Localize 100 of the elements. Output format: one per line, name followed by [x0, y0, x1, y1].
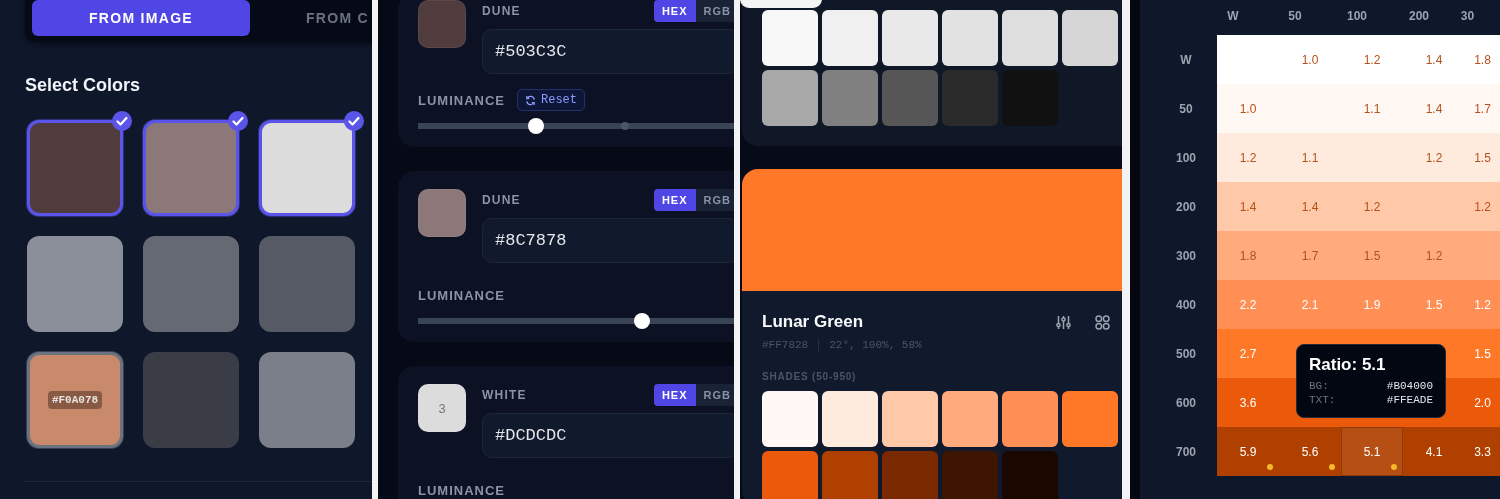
tooltip-key: TXT: — [1309, 393, 1336, 407]
color-swatch[interactable] — [143, 236, 239, 332]
ratio-cell[interactable]: 1.8 — [1465, 35, 1500, 84]
format-option[interactable]: RGB — [695, 189, 734, 211]
ratio-cell[interactable]: 1.5 — [1341, 231, 1403, 280]
shade-swatch[interactable] — [1062, 391, 1118, 447]
row-header: 700 — [1175, 443, 1197, 461]
shade-swatch[interactable] — [942, 391, 998, 447]
color-swatch[interactable] — [143, 352, 239, 448]
tooltip-value: #FFEADE — [1386, 393, 1433, 407]
ratio-cell[interactable]: 1.0 — [1217, 84, 1279, 133]
shade-swatch[interactable] — [762, 10, 818, 66]
column-header: 30 — [1459, 8, 1476, 25]
shade-swatch[interactable] — [882, 391, 938, 447]
shade-swatch[interactable] — [1002, 10, 1058, 66]
column-header: 200 — [1408, 8, 1430, 25]
sliders-icon[interactable] — [1056, 314, 1071, 330]
row-header: 100 — [1175, 149, 1197, 167]
ratio-cell[interactable]: 1.1 — [1341, 84, 1403, 133]
format-option[interactable]: RGB — [695, 0, 734, 22]
ratio-cell[interactable]: 1.2 — [1465, 182, 1500, 231]
ratio-cell[interactable]: 1.2 — [1217, 133, 1279, 182]
format-option[interactable]: HEX — [653, 384, 696, 406]
shade-swatch[interactable] — [882, 10, 938, 66]
row-header: 500 — [1175, 345, 1197, 363]
ratio-cell[interactable]: 1.7 — [1465, 84, 1500, 133]
ratio-cell[interactable]: 3.6 — [1217, 378, 1279, 427]
slider-thumb[interactable] — [634, 313, 651, 329]
shade-swatch[interactable] — [1062, 10, 1118, 66]
tab[interactable]: FROM C — [250, 0, 372, 36]
tooltip-title: Ratio: 5.1 — [1309, 355, 1387, 375]
ratio-cell[interactable]: 5.1 — [1341, 427, 1403, 476]
tooltip-key: BG: — [1309, 379, 1329, 393]
column-header: 100 — [1346, 8, 1368, 25]
ratio-cell[interactable]: 1.5 — [1465, 133, 1500, 182]
refresh-icon — [525, 94, 536, 106]
ratio-cell[interactable]: 5.6 — [1279, 427, 1341, 476]
shade-swatch[interactable] — [882, 451, 938, 499]
row-header: 50 — [1178, 100, 1194, 118]
shade-swatch[interactable] — [822, 451, 878, 499]
grid-icon[interactable] — [1095, 314, 1110, 330]
shade-swatch[interactable] — [942, 10, 998, 66]
hex-code: #FF7828 — [762, 339, 809, 351]
color-swatch[interactable] — [259, 236, 355, 332]
row-header: 300 — [1175, 247, 1197, 265]
shade-swatch[interactable] — [762, 70, 818, 126]
luminance-label: LUMINANCE — [418, 287, 505, 303]
hex-input[interactable]: #8C7878 — [482, 218, 734, 263]
slider-thumb[interactable] — [527, 118, 544, 134]
ratio-cell[interactable]: 1.4 — [1403, 84, 1465, 133]
color-swatch[interactable] — [143, 120, 239, 216]
ratio-cell[interactable]: 1.8 — [1217, 231, 1279, 280]
ratio-cell[interactable]: 1.2 — [1341, 35, 1403, 84]
shades-label: SHADES (50-950) — [762, 371, 858, 382]
ratio-cell[interactable]: 2.0 — [1465, 378, 1500, 427]
ratio-cell[interactable]: 5.9 — [1217, 427, 1279, 476]
color-swatch: 3 — [418, 384, 466, 432]
shade-swatch[interactable] — [822, 70, 878, 126]
color-swatch[interactable] — [27, 120, 123, 216]
ratio-cell[interactable]: 2.7 — [1217, 329, 1279, 378]
reset-button[interactable]: Reset — [517, 89, 585, 111]
ratio-cell[interactable]: 1.4 — [1217, 182, 1279, 231]
color-name: DUNE — [482, 4, 521, 18]
ratio-cell[interactable]: 1.5 — [1465, 329, 1500, 378]
color-swatch[interactable] — [259, 120, 355, 216]
ratio-cell[interactable]: 1.1 — [1279, 133, 1341, 182]
shade-swatch[interactable] — [822, 391, 878, 447]
hex-input[interactable]: #DCDCDC — [482, 413, 734, 458]
shade-swatch[interactable] — [882, 70, 938, 126]
checkmark-icon — [112, 111, 132, 131]
format-option[interactable]: HEX — [653, 189, 696, 211]
shade-swatch[interactable] — [942, 70, 998, 126]
ratio-cell[interactable]: 1.2 — [1403, 231, 1465, 280]
row-header: 400 — [1175, 296, 1197, 314]
color-swatch[interactable] — [27, 236, 123, 332]
ratio-cell[interactable]: 1.7 — [1279, 231, 1341, 280]
row-header: 200 — [1175, 198, 1197, 216]
color-swatch[interactable] — [259, 352, 355, 448]
shade-swatch[interactable] — [1002, 391, 1058, 447]
row-header: W — [1179, 51, 1193, 69]
hex-input[interactable]: #503C3C — [482, 29, 734, 74]
shade-swatch[interactable] — [762, 391, 818, 447]
ratio-cell[interactable]: 1.4 — [1279, 182, 1341, 231]
shade-swatch[interactable] — [822, 10, 878, 66]
format-option[interactable]: RGB — [695, 384, 734, 406]
color-swatch[interactable]: #F0A078 — [27, 352, 123, 448]
shade-swatch[interactable] — [762, 451, 818, 499]
ratio-cell[interactable]: 1.4 — [1403, 35, 1465, 84]
format-option[interactable]: HEX — [653, 0, 696, 22]
ratio-cell[interactable]: 3.3 — [1465, 427, 1500, 476]
tooltip-value: #B04000 — [1386, 379, 1433, 393]
ratio-cell[interactable]: 1.2 — [1403, 133, 1465, 182]
checkmark-icon — [228, 111, 248, 131]
luminance-label: LUMINANCE — [418, 92, 505, 108]
ratio-cell[interactable]: 1.0 — [1279, 35, 1341, 84]
tab[interactable]: FROM IMAGE — [32, 0, 250, 36]
ratio-cell[interactable]: 4.1 — [1403, 427, 1465, 476]
shade-swatch[interactable] — [1002, 451, 1058, 499]
shade-swatch[interactable] — [942, 451, 998, 499]
ratio-cell[interactable]: 1.2 — [1341, 182, 1403, 231]
